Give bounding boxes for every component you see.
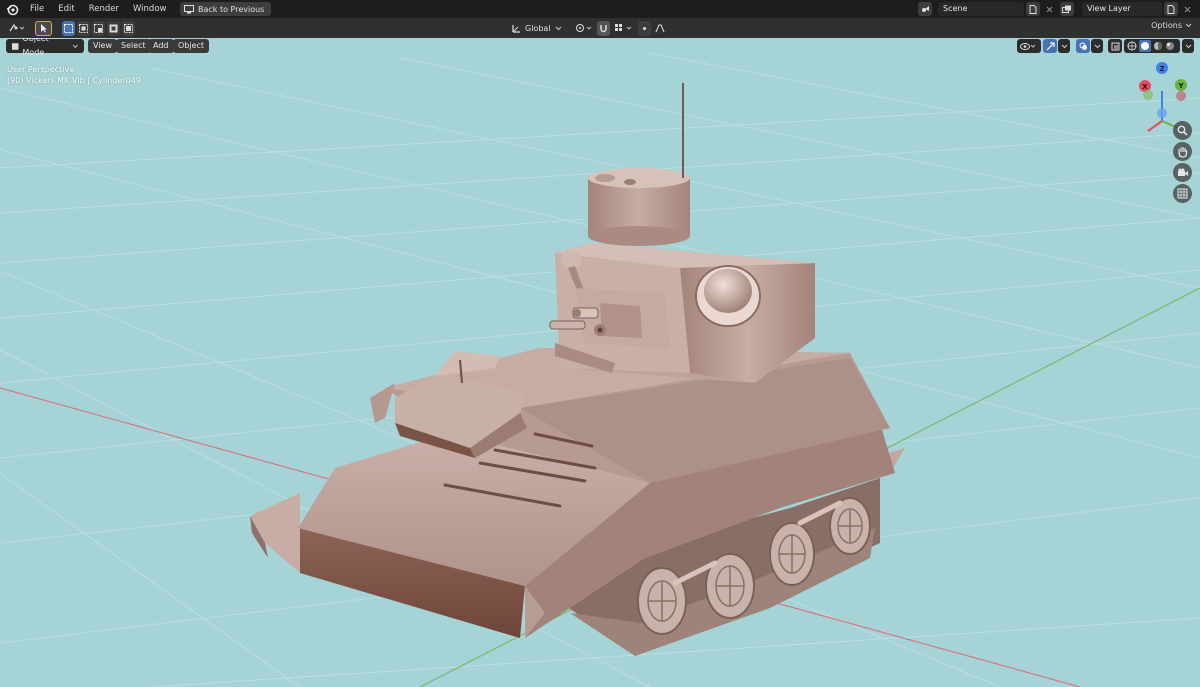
- pivot-point-icon[interactable]: [573, 21, 595, 36]
- viewport-header: Object Mode View Select Add Object: [0, 38, 1200, 57]
- chevron-down-icon: [1185, 23, 1192, 28]
- active-object-text: (90) Vickers MK VIb | Cylinder049: [7, 76, 141, 85]
- gizmo-z-label: Z: [1159, 65, 1164, 73]
- chevron-down-icon: [73, 44, 79, 48]
- view-perspective-text: User Perspective: [7, 65, 75, 74]
- new-scene-icon[interactable]: [1026, 2, 1040, 16]
- select-menu[interactable]: Select: [116, 39, 151, 53]
- camera-icon[interactable]: [1173, 163, 1192, 182]
- gizmo-dropdown-icon[interactable]: [1058, 39, 1070, 53]
- viewport-scene: Z X Y: [0, 52, 1200, 687]
- transform-orientation-label: Global: [525, 23, 551, 33]
- scene-icon[interactable]: [918, 2, 932, 16]
- xray-icon[interactable]: [1108, 39, 1122, 53]
- select-cursor-icon[interactable]: [35, 20, 52, 36]
- scene-name-field[interactable]: Scene: [938, 2, 1024, 16]
- gizmo-neg-x-dot: [1176, 91, 1186, 101]
- menu-file[interactable]: File: [23, 0, 51, 18]
- select-mode-invert-icon[interactable]: [107, 20, 120, 36]
- overlay-icon[interactable]: [1076, 39, 1090, 53]
- snap-target-dropdown[interactable]: [612, 21, 636, 36]
- solid-shading-icon[interactable]: [1139, 40, 1151, 52]
- snap-icon[interactable]: [597, 20, 610, 36]
- select-mode-subtract-icon[interactable]: [92, 20, 105, 36]
- back-to-previous-button[interactable]: Back to Previous: [180, 2, 272, 16]
- options-label: Options: [1151, 21, 1182, 30]
- object-menu[interactable]: Object: [173, 39, 210, 53]
- viewport-info: User Perspective (90) Vickers MK VIb | C…: [7, 64, 141, 86]
- grid-view-icon[interactable]: [1173, 184, 1192, 203]
- menu-edit[interactable]: Edit: [51, 0, 81, 18]
- add-menu[interactable]: Add: [148, 39, 174, 53]
- new-view-layer-icon[interactable]: [1164, 2, 1178, 16]
- mode-dropdown[interactable]: Object Mode: [6, 38, 84, 57]
- gizmo-neg-z-dot: [1157, 108, 1167, 118]
- 3d-viewport[interactable]: Z X Y Object Mode View Select Add Object: [0, 38, 1200, 687]
- select-mode-intersect-icon[interactable]: [122, 20, 135, 36]
- object-mode-icon: [11, 42, 19, 50]
- view-layer-icon[interactable]: [1060, 2, 1074, 16]
- select-mode-new-icon[interactable]: [62, 20, 75, 36]
- zoom-icon[interactable]: [1173, 121, 1192, 140]
- shading-mode-group: [1124, 39, 1180, 53]
- menu-render[interactable]: Render: [82, 0, 126, 18]
- chevron-down-icon: [555, 26, 561, 30]
- pan-hand-icon[interactable]: [1173, 142, 1192, 161]
- gizmo-y-label: Y: [1177, 82, 1184, 90]
- orientation-icon: [512, 24, 520, 33]
- blender-logo-icon[interactable]: [5, 2, 19, 16]
- select-mode-extend-icon[interactable]: [77, 20, 90, 36]
- scene-selector[interactable]: Scene: [918, 2, 1056, 16]
- remove-view-layer-icon[interactable]: [1180, 2, 1194, 16]
- eye-icon: [1020, 42, 1036, 50]
- tool-header: Global Options: [0, 18, 1200, 38]
- transform-orientation-dropdown[interactable]: Global: [512, 21, 570, 36]
- view-menu[interactable]: View: [88, 39, 117, 53]
- rendered-shading-icon[interactable]: [1165, 41, 1175, 51]
- view-layer-name-field[interactable]: View Layer: [1082, 2, 1162, 16]
- wireframe-shading-icon[interactable]: [1127, 41, 1137, 51]
- editor-type-icon[interactable]: [6, 21, 28, 36]
- gizmo-x-label: X: [1142, 83, 1148, 91]
- mode-label: Object Mode: [22, 38, 49, 57]
- screen-icon: [184, 4, 194, 13]
- material-shading-icon[interactable]: [1153, 41, 1163, 51]
- menu-window[interactable]: Window: [126, 0, 174, 18]
- overlay-dropdown-icon[interactable]: [1091, 39, 1103, 53]
- view-layer-selector[interactable]: View Layer: [1060, 2, 1194, 16]
- proportional-icon[interactable]: [638, 20, 651, 36]
- options-dropdown[interactable]: Options: [1151, 21, 1192, 30]
- top-menu-bar: File Edit Render Window Help Back to Pre…: [0, 0, 1200, 18]
- falloff-curve-icon[interactable]: [653, 21, 666, 36]
- visibility-dropdown[interactable]: [1017, 39, 1041, 53]
- shading-dropdown-icon[interactable]: [1182, 39, 1194, 53]
- remove-scene-icon[interactable]: [1042, 2, 1056, 16]
- back-to-previous-label: Back to Previous: [198, 4, 265, 14]
- gizmo-neg-y-dot: [1143, 90, 1153, 100]
- gizmo-toggle-icon[interactable]: [1043, 39, 1057, 53]
